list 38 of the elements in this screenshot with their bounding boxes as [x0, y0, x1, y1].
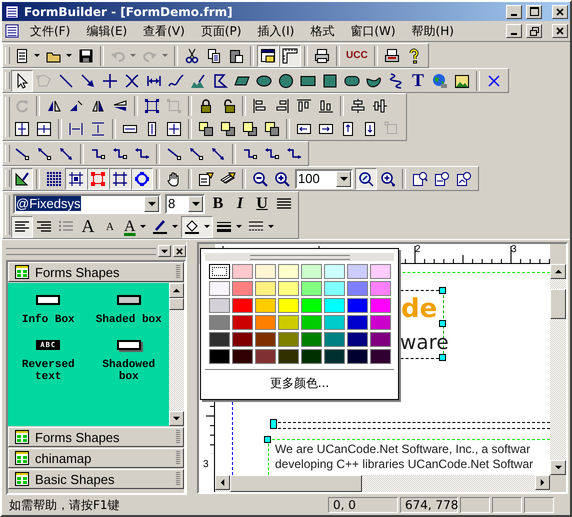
shrink-font-button[interactable]: A	[99, 216, 121, 238]
logo-text: ware	[400, 330, 449, 354]
status-pane: 674, 778	[400, 497, 458, 513]
ruler-label: 3	[203, 460, 209, 470]
window-title: FormBuilder - [FormDemo.frm]	[24, 4, 234, 18]
shape-item[interactable]: Shadowed box	[88, 340, 169, 383]
ruler-label: 3	[511, 245, 517, 255]
size-combo[interactable]: 8	[165, 194, 205, 214]
menu-item[interactable]: 帮助(H)	[406, 22, 460, 40]
status-pane: 0, 0	[328, 497, 398, 513]
status-text: 如需帮助，请按F1键	[8, 497, 121, 513]
text-tool-button[interactable]: T	[407, 70, 429, 92]
underline-button[interactable]: U	[251, 192, 273, 214]
font-color-button[interactable]: A	[121, 216, 149, 238]
bold-button[interactable]: B	[207, 192, 229, 214]
logo-text: de	[401, 294, 438, 324]
menu-item[interactable]: 插入(I)	[251, 22, 300, 40]
menu-item[interactable]: 文件(F)	[24, 22, 76, 40]
category-header[interactable]: Forms Shapes	[8, 262, 184, 282]
ruler-label: 2	[415, 245, 421, 255]
text-line: We are UCanCode.Net Software, Inc., a softwar	[275, 442, 530, 456]
menu-item[interactable]: 编辑(E)	[80, 22, 134, 40]
font-combo[interactable]: @Fixedsys	[13, 194, 161, 214]
menu-item[interactable]: 格式	[304, 22, 340, 40]
zoom-combo[interactable]: 100	[295, 168, 353, 188]
menu-item[interactable]: 页面(P)	[194, 22, 248, 40]
ucc-logo-button[interactable]: UCC	[343, 44, 371, 66]
grow-font-button[interactable]: A	[77, 216, 99, 238]
category-header[interactable]: chinamap	[8, 448, 184, 468]
menu-item[interactable]: 窗口(W)	[344, 22, 402, 40]
italic-button[interactable]: I	[229, 192, 251, 214]
text-line: developing C++ libraries UCanCode.Net Softwar	[275, 457, 534, 471]
menu-item[interactable]: 查看(V)	[137, 22, 191, 40]
shape-item[interactable]: Shaded box	[88, 295, 169, 326]
category-header[interactable]: Forms Shapes	[8, 427, 184, 447]
shape-item[interactable]: Info Box	[8, 295, 88, 326]
category-header[interactable]: Basic Shapes	[8, 469, 184, 489]
more-colors-button[interactable]: 更多颜色...	[260, 372, 340, 395]
